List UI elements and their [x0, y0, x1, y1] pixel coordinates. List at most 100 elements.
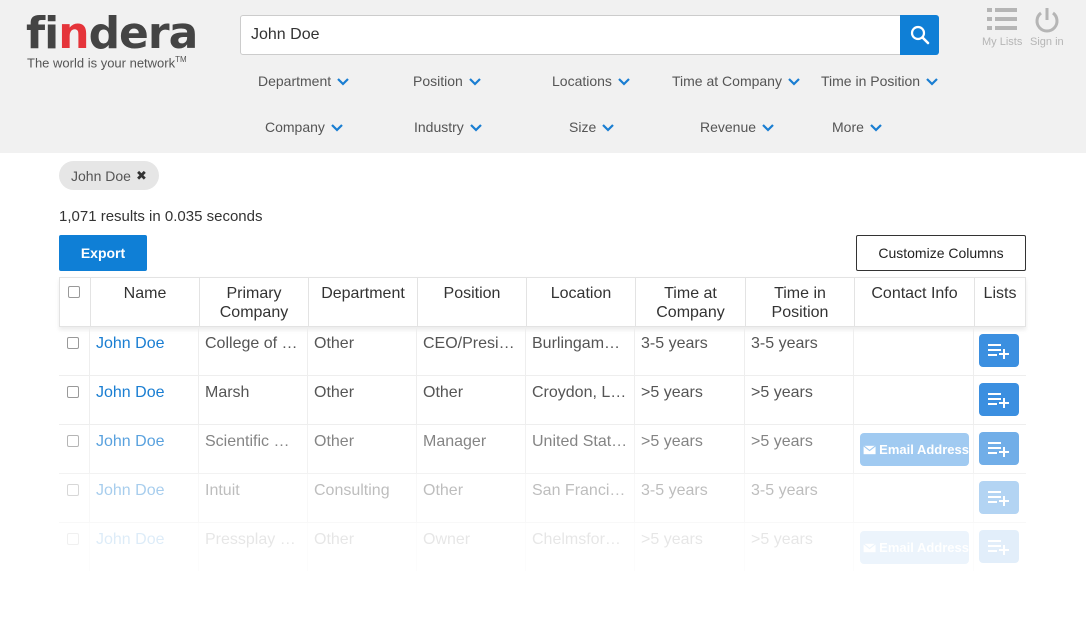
row-checkbox[interactable]	[67, 533, 79, 545]
playlist-add-icon	[988, 392, 1009, 408]
person-name-link[interactable]: John Doe	[90, 425, 199, 473]
location-cell: Chelmsford…	[526, 523, 635, 571]
chevron-down-icon	[470, 119, 482, 135]
filter-time-at-company[interactable]: Time at Company	[672, 73, 800, 89]
contact-info-cell	[854, 327, 974, 375]
search-input[interactable]	[240, 15, 901, 55]
table-header: Name Primary Company Department Position…	[59, 277, 1026, 327]
envelope-icon	[863, 444, 876, 454]
add-to-list-button[interactable]	[979, 334, 1019, 367]
column-header-time-in-position[interactable]: Time in Position	[746, 278, 855, 326]
primary-company-cell: Pressplay Ltd	[199, 523, 308, 571]
column-header-primary-company[interactable]: Primary Company	[200, 278, 309, 326]
filter-department[interactable]: Department	[258, 73, 349, 89]
email-address-label: Email Address	[879, 442, 969, 457]
chevron-down-icon	[870, 119, 882, 135]
chevron-down-icon	[331, 119, 343, 135]
search-bar	[240, 15, 940, 55]
chevron-down-icon	[926, 73, 938, 89]
select-all-cell	[60, 278, 91, 326]
filter-more[interactable]: More	[832, 119, 882, 135]
time-at-company-cell: >5 years	[635, 523, 745, 571]
row-select-cell	[59, 474, 90, 522]
add-to-list-button[interactable]	[979, 432, 1019, 465]
lists-cell	[974, 376, 1026, 424]
export-button[interactable]: Export	[59, 235, 147, 271]
search-icon	[910, 25, 929, 45]
email-address-label: Email Address	[879, 540, 969, 555]
filter-industry[interactable]: Industry	[414, 119, 482, 135]
chip-label: John Doe	[71, 167, 131, 184]
time-in-position-cell: >5 years	[745, 523, 854, 571]
row-checkbox[interactable]	[67, 386, 79, 398]
time-in-position-cell: 3-5 years	[745, 474, 854, 522]
time-in-position-cell: >5 years	[745, 376, 854, 424]
primary-company-cell: Marsh	[199, 376, 308, 424]
location-cell: Croydon, Lo…	[526, 376, 635, 424]
primary-company-cell: Scientific Dr…	[199, 425, 308, 473]
contact-info-cell	[854, 474, 974, 522]
playlist-add-icon	[988, 441, 1009, 457]
column-header-department[interactable]: Department	[309, 278, 418, 326]
table-row: John Doe Marsh Other Other Croydon, Lo… …	[59, 376, 1026, 425]
envelope-icon	[863, 542, 876, 552]
position-cell: CEO/Presid…	[417, 327, 526, 375]
department-cell: Other	[308, 327, 417, 375]
lists-cell	[974, 474, 1026, 522]
add-to-list-button[interactable]	[979, 481, 1019, 514]
row-checkbox[interactable]	[67, 435, 79, 447]
my-lists-button[interactable]: My Lists	[982, 6, 1022, 48]
select-all-checkbox[interactable]	[68, 286, 80, 298]
playlist-add-icon	[988, 539, 1009, 555]
department-cell: Other	[308, 376, 417, 424]
close-icon[interactable]: ✖	[136, 168, 147, 184]
column-header-time-at-company[interactable]: Time at Company	[636, 278, 746, 326]
person-name-link[interactable]: John Doe	[90, 327, 199, 375]
time-at-company-cell: 3-5 years	[635, 474, 745, 522]
playlist-add-icon	[988, 343, 1009, 359]
time-at-company-cell: 3-5 years	[635, 327, 745, 375]
email-address-button[interactable]: Email Address	[860, 433, 969, 466]
department-cell: Other	[308, 523, 417, 571]
chevron-down-icon	[602, 119, 615, 135]
person-name-link[interactable]: John Doe	[90, 376, 199, 424]
location-cell: San Francis…	[526, 474, 635, 522]
row-checkbox[interactable]	[67, 484, 79, 496]
customize-columns-button[interactable]: Customize Columns	[856, 235, 1026, 271]
time-in-position-cell: 3-5 years	[745, 327, 854, 375]
primary-company-cell: College of S…	[199, 327, 308, 375]
filter-company[interactable]: Company	[265, 119, 343, 135]
sign-in-label: Sign in	[1030, 36, 1064, 48]
position-cell: Owner	[417, 523, 526, 571]
column-header-contact-info: Contact Info	[855, 278, 975, 326]
filter-position[interactable]: Position	[413, 73, 481, 89]
column-header-position[interactable]: Position	[418, 278, 527, 326]
filter-time-in-position[interactable]: Time in Position	[821, 73, 938, 89]
column-header-location[interactable]: Location	[527, 278, 636, 326]
add-to-list-button[interactable]	[979, 530, 1019, 563]
filter-label: Time at Company	[672, 73, 782, 89]
findera-logo[interactable]: findera The world is your networkTM	[26, 10, 198, 71]
search-button[interactable]	[900, 15, 939, 55]
filter-revenue[interactable]: Revenue	[700, 119, 774, 135]
sign-in-button[interactable]: Sign in	[1030, 6, 1064, 48]
filter-label: Department	[258, 73, 332, 89]
results-table: Name Primary Company Department Position…	[59, 277, 1026, 572]
table-row: John Doe College of S… Other CEO/Presid……	[59, 327, 1026, 376]
lists-cell	[974, 425, 1026, 473]
table-row: John Doe Scientific Dr… Other Manager Un…	[59, 425, 1026, 474]
filter-label: Size	[569, 119, 597, 135]
person-name-link[interactable]: John Doe	[90, 523, 199, 571]
chevron-down-icon	[469, 73, 481, 89]
filter-locations[interactable]: Locations	[552, 73, 630, 89]
search-term-chip[interactable]: John Doe ✖	[59, 161, 159, 190]
row-checkbox[interactable]	[67, 337, 79, 349]
row-select-cell	[59, 376, 90, 424]
column-header-name[interactable]: Name	[91, 278, 200, 326]
row-select-cell	[59, 523, 90, 571]
email-address-button[interactable]: Email Address	[860, 531, 969, 564]
location-cell: United States	[526, 425, 635, 473]
filter-size[interactable]: Size	[569, 119, 615, 135]
person-name-link[interactable]: John Doe	[90, 474, 199, 522]
add-to-list-button[interactable]	[979, 383, 1019, 416]
